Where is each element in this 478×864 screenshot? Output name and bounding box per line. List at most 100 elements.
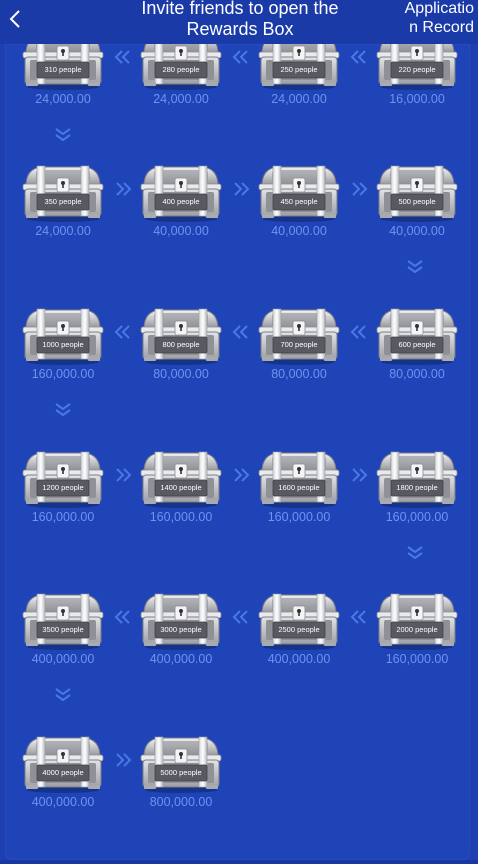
chevron-left-icon	[9, 10, 20, 28]
reward-amount: 400,000.00	[31, 652, 95, 666]
people-requirement-label: 250 people	[280, 65, 318, 74]
people-requirement-label: 4000 people	[42, 768, 84, 777]
double-chevron-right-icon	[232, 468, 250, 482]
double-chevron-right-icon	[114, 753, 132, 767]
people-requirement-label: 310 people	[44, 65, 82, 74]
double-chevron-down-icon	[55, 403, 71, 417]
people-requirement-label: 400 people	[162, 197, 200, 206]
reward-amount: 40,000.00	[389, 224, 445, 238]
double-chevron-right-icon	[350, 182, 368, 196]
reward-box[interactable]: 1800 people	[374, 448, 460, 508]
double-chevron-left-icon	[350, 50, 368, 64]
people-requirement-label: 280 people	[162, 65, 200, 74]
double-chevron-down-icon	[407, 260, 423, 274]
reward-amount: 160,000.00	[267, 510, 331, 524]
reward-box[interactable]: 400 people	[138, 162, 224, 222]
reward-box[interactable]: 4000 people	[20, 733, 106, 793]
reward-box[interactable]: 500 people	[374, 162, 460, 222]
double-chevron-down-icon	[55, 688, 71, 702]
reward-amount: 400,000.00	[31, 795, 95, 809]
reward-box[interactable]: 700 people	[256, 305, 342, 365]
reward-box[interactable]: 800 people	[138, 305, 224, 365]
treasure-chest-icon	[376, 165, 458, 222]
people-requirement-label: 700 people	[280, 340, 318, 349]
double-chevron-right-icon	[114, 182, 132, 196]
double-chevron-left-icon	[232, 325, 250, 339]
reward-box[interactable]: 5000 people	[138, 733, 224, 793]
page-title: Invite friends to open the Rewards Box	[141, 0, 339, 39]
people-requirement-label: 500 people	[398, 197, 436, 206]
reward-box[interactable]: 2500 people	[256, 590, 342, 650]
reward-box[interactable]: 1000 people	[20, 305, 106, 365]
reward-amount: 80,000.00	[271, 367, 327, 381]
treasure-chest-icon	[22, 451, 104, 508]
reward-box[interactable]: 450 people	[256, 162, 342, 222]
double-chevron-left-icon	[114, 610, 132, 624]
treasure-chest-icon	[258, 165, 340, 222]
treasure-chest-icon	[258, 308, 340, 365]
people-requirement-label: 1000 people	[42, 340, 84, 349]
reward-box[interactable]: 1200 people	[20, 448, 106, 508]
people-requirement-label: 1400 people	[160, 483, 202, 492]
header-bar: Invite friends to open the Rewards Box A…	[0, 0, 478, 44]
people-requirement-label: 220 people	[398, 65, 436, 74]
reward-amount: 16,000.00	[389, 92, 445, 106]
people-requirement-label: 1800 people	[396, 483, 438, 492]
reward-amount: 24,000.00	[35, 224, 91, 238]
treasure-chest-icon	[376, 308, 458, 365]
double-chevron-down-icon	[55, 128, 71, 142]
reward-amount: 80,000.00	[153, 367, 209, 381]
treasure-chest-icon	[140, 165, 222, 222]
double-chevron-left-icon	[232, 50, 250, 64]
reward-amount: 160,000.00	[385, 510, 449, 524]
people-requirement-label: 600 people	[398, 340, 436, 349]
reward-amount: 800,000.00	[149, 795, 213, 809]
treasure-chest-icon	[376, 451, 458, 508]
people-requirement-label: 3500 people	[42, 625, 84, 634]
reward-box[interactable]: 1400 people	[138, 448, 224, 508]
treasure-chest-icon	[258, 593, 340, 650]
reward-box[interactable]: 600 people	[374, 305, 460, 365]
reward-box[interactable]: 3500 people	[20, 590, 106, 650]
reward-amount: 24,000.00	[35, 92, 91, 106]
people-requirement-label: 5000 people	[160, 768, 202, 777]
reward-amount: 400,000.00	[267, 652, 331, 666]
double-chevron-right-icon	[350, 468, 368, 482]
double-chevron-right-icon	[232, 182, 250, 196]
people-requirement-label: 1200 people	[42, 483, 84, 492]
reward-amount: 160,000.00	[149, 510, 213, 524]
double-chevron-left-icon	[114, 50, 132, 64]
treasure-chest-icon	[140, 593, 222, 650]
treasure-chest-icon	[22, 736, 104, 793]
people-requirement-label: 2500 people	[278, 625, 320, 634]
treasure-chest-icon	[140, 308, 222, 365]
reward-box[interactable]: 3000 people	[138, 590, 224, 650]
double-chevron-left-icon	[232, 610, 250, 624]
people-requirement-label: 350 people	[44, 197, 82, 206]
reward-amount: 24,000.00	[153, 92, 209, 106]
people-requirement-label: 800 people	[162, 340, 200, 349]
reward-amount: 40,000.00	[271, 224, 327, 238]
reward-amount: 160,000.00	[385, 652, 449, 666]
back-button[interactable]	[4, 6, 26, 32]
treasure-chest-icon	[22, 308, 104, 365]
treasure-chest-icon	[22, 593, 104, 650]
reward-amount: 160,000.00	[31, 367, 95, 381]
reward-box[interactable]: 350 people	[20, 162, 106, 222]
treasure-chest-icon	[22, 165, 104, 222]
reward-amount: 40,000.00	[153, 224, 209, 238]
people-requirement-label: 1600 people	[278, 483, 320, 492]
treasure-chest-icon	[258, 451, 340, 508]
people-requirement-label: 3000 people	[160, 625, 202, 634]
people-requirement-label: 2000 people	[396, 625, 438, 634]
reward-box[interactable]: 2000 people	[374, 590, 460, 650]
double-chevron-left-icon	[350, 610, 368, 624]
treasure-chest-icon	[140, 736, 222, 793]
reward-box[interactable]: 1600 people	[256, 448, 342, 508]
application-record-link[interactable]: Application Record	[402, 0, 474, 37]
reward-amount: 400,000.00	[149, 652, 213, 666]
double-chevron-down-icon	[407, 546, 423, 560]
people-requirement-label: 450 people	[280, 197, 318, 206]
reward-box-grid: 310 people 24,000.00 280 people 24,000.0…	[0, 0, 478, 864]
treasure-chest-icon	[376, 593, 458, 650]
